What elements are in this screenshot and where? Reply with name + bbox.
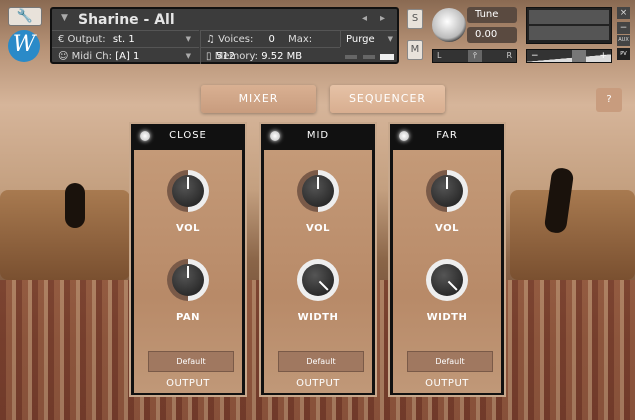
- instrument-name[interactable]: Sharine - All: [78, 12, 175, 28]
- knob-label: WIDTH: [297, 312, 339, 323]
- mute-button[interactable]: M: [407, 40, 423, 60]
- bottle-left: [65, 183, 85, 228]
- channel-header: FAR: [390, 124, 504, 148]
- channel-header: MID: [261, 124, 375, 148]
- pan-r-label: R: [506, 51, 512, 60]
- output-value: st. 1: [112, 34, 135, 45]
- prev-icon[interactable]: ◂: [362, 13, 367, 24]
- close-pan-knob[interactable]: [167, 259, 209, 301]
- channel-header: CLOSE: [131, 124, 245, 148]
- wrench-icon[interactable]: 🔧: [8, 7, 42, 26]
- vol-plus: +: [599, 51, 607, 61]
- knob-label: WIDTH: [426, 312, 468, 323]
- tune-label: Tune: [467, 7, 517, 23]
- channel-strip-close: CLOSE VOL PAN Default OUTPUT: [129, 122, 247, 397]
- close-button[interactable]: ×: [617, 7, 630, 19]
- voices-label: Voices:: [218, 34, 254, 45]
- memory-value: 9.52 MB: [261, 51, 303, 62]
- midi-channel-select[interactable]: ☺ Midi Ch: [A] 1 ▼: [52, 47, 199, 64]
- channel-enable-led-icon[interactable]: [399, 131, 409, 141]
- tune-knob[interactable]: [432, 8, 466, 42]
- midi-label: Midi Ch:: [71, 51, 113, 62]
- channel-name: FAR: [436, 130, 458, 141]
- output-label: OUTPUT: [425, 378, 469, 389]
- mid-width-knob[interactable]: [297, 259, 339, 301]
- memory-label: Memory:: [214, 51, 258, 62]
- tab-sequencer[interactable]: SEQUENCER: [330, 85, 445, 113]
- vol-minus: −: [531, 51, 539, 61]
- knob-label: VOL: [176, 223, 200, 234]
- pv-button[interactable]: PV: [617, 48, 630, 60]
- max-label: Max:: [288, 34, 313, 45]
- purge-label: Purge: [346, 34, 375, 45]
- close-vol-knob[interactable]: [167, 170, 209, 212]
- purge-indicator: [363, 55, 375, 59]
- side-table-right: [510, 190, 635, 280]
- voices-value: 0: [268, 34, 275, 45]
- far-width-knob[interactable]: [426, 259, 468, 301]
- knob-label: PAN: [175, 312, 201, 323]
- channel-strip-mid: MID VOL WIDTH Default OUTPUT: [259, 122, 377, 397]
- memory-readout: ▯ Memory: 9.52 MB: [200, 47, 340, 64]
- output-label: OUTPUT: [166, 378, 210, 389]
- channel-name: CLOSE: [169, 130, 207, 141]
- far-vol-knob[interactable]: [426, 170, 468, 212]
- midi-value: [A] 1: [115, 51, 140, 62]
- channel-body: VOL WIDTH Default OUTPUT: [393, 150, 501, 393]
- help-button[interactable]: ?: [596, 88, 622, 112]
- voices-readout: ♫ Voices: 0 Max: 512: [200, 30, 340, 62]
- purge-button[interactable]: Purge ▼: [340, 30, 397, 47]
- pan-l-label: L: [437, 51, 442, 60]
- volume-slider[interactable]: − +: [526, 49, 612, 63]
- channel-enable-led-icon[interactable]: [140, 131, 150, 141]
- pan-handle[interactable]: ⫯: [468, 50, 482, 62]
- instrument-header: ▼ Sharine - All ◂ ▸ € Output: st. 1 ▼ ☺ M…: [50, 7, 399, 64]
- output-label: OUTPUT: [296, 378, 340, 389]
- instrument-logo: W: [8, 30, 40, 62]
- minimize-button[interactable]: −: [617, 22, 630, 34]
- tune-value[interactable]: 0.00: [467, 27, 517, 43]
- output-select[interactable]: Default: [407, 351, 493, 372]
- mid-vol-knob[interactable]: [297, 170, 339, 212]
- level-meter: [526, 7, 612, 44]
- knob-label: VOL: [306, 223, 330, 234]
- purge-indicator: [345, 55, 357, 59]
- purge-indicator: [380, 54, 394, 60]
- next-icon[interactable]: ▸: [380, 13, 385, 24]
- channel-name: MID: [306, 130, 330, 141]
- output-select[interactable]: Default: [148, 351, 234, 372]
- output-select[interactable]: Default: [278, 351, 364, 372]
- knob-label: VOL: [435, 223, 459, 234]
- output-select[interactable]: € Output: st. 1 ▼: [52, 30, 199, 47]
- output-label: Output:: [67, 34, 106, 45]
- tab-mixer[interactable]: MIXER: [201, 85, 316, 113]
- pan-slider[interactable]: L ⫯ R: [432, 49, 517, 63]
- channel-enable-led-icon[interactable]: [270, 131, 280, 141]
- aux-button[interactable]: AUX: [617, 35, 630, 46]
- channel-body: VOL WIDTH Default OUTPUT: [264, 150, 372, 393]
- solo-button[interactable]: S: [407, 9, 423, 29]
- channel-body: VOL PAN Default OUTPUT: [134, 150, 242, 393]
- dropdown-icon[interactable]: ▼: [61, 13, 68, 23]
- volume-handle[interactable]: [572, 50, 586, 62]
- channel-strip-far: FAR VOL WIDTH Default OUTPUT: [388, 122, 506, 397]
